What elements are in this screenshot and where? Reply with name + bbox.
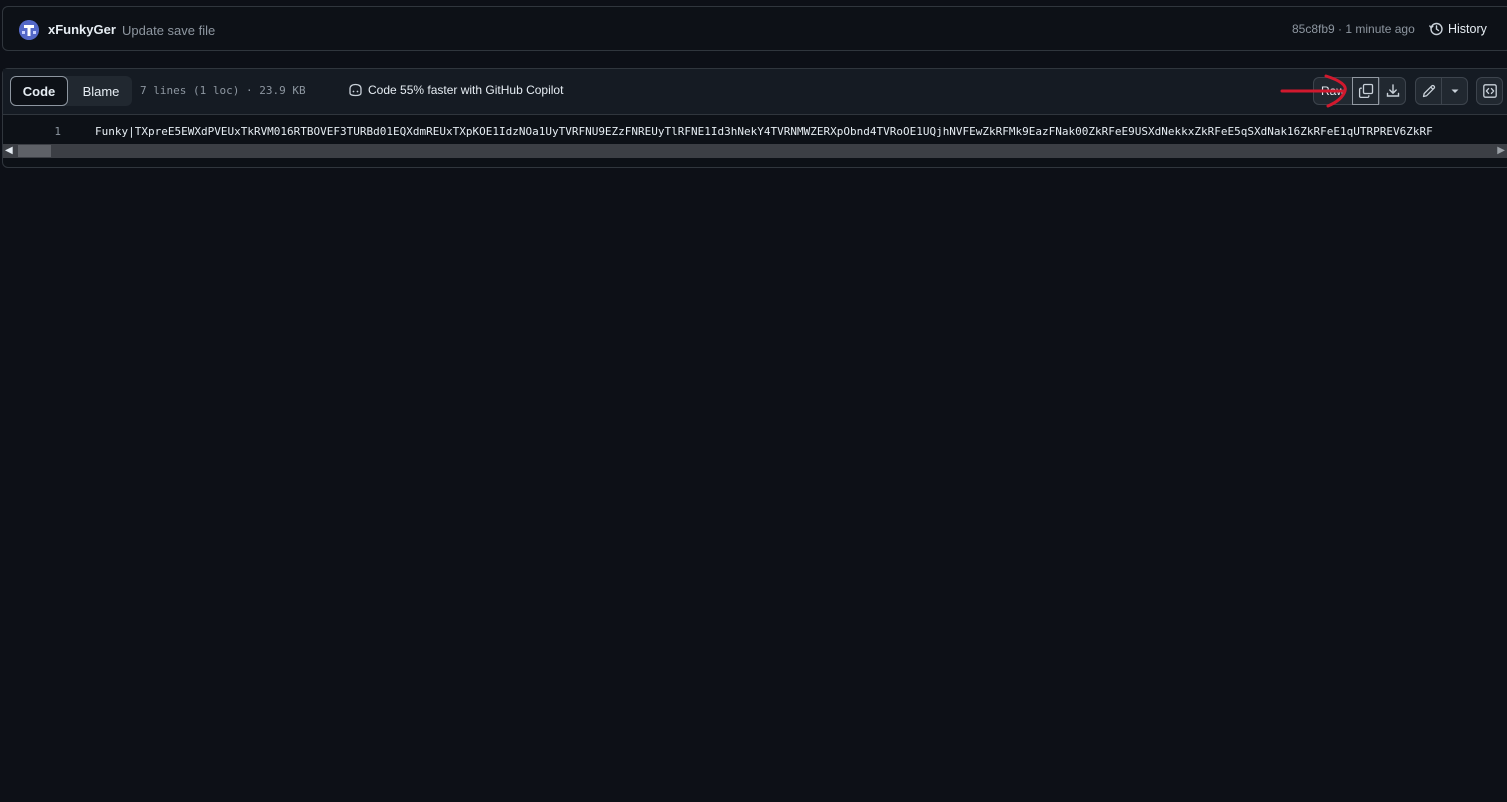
commit-author[interactable]: xFunkyGer bbox=[48, 22, 116, 37]
commit-meta[interactable]: 85c8fb9 · 1 minute ago bbox=[1292, 22, 1415, 36]
code-line: 1 Funky|TXpreE5EWXdPVEUxTkRVM016RTBOVEF3… bbox=[3, 124, 1507, 140]
copilot-icon bbox=[349, 83, 362, 97]
tab-code[interactable]: Code bbox=[10, 76, 68, 106]
download-icon bbox=[1386, 84, 1399, 97]
file-info: 7 lines (1 loc) · 23.9 KB bbox=[140, 84, 306, 97]
scroll-right-icon[interactable]: ▶ bbox=[1497, 145, 1505, 156]
line-content: Funky|TXpreE5EWXdPVEUxTkRVM016RTBOVEF3TU… bbox=[95, 125, 1433, 138]
copy-raw-button[interactable] bbox=[1352, 77, 1379, 105]
horizontal-scrollbar[interactable]: ◀ ▶ bbox=[3, 144, 1507, 158]
history-label: History bbox=[1448, 22, 1487, 36]
copilot-promo[interactable]: Code 55% faster with GitHub Copilot bbox=[348, 83, 563, 97]
latest-commit-bar bbox=[2, 6, 1507, 51]
pencil-icon bbox=[1422, 84, 1435, 98]
line-number[interactable]: 1 bbox=[3, 125, 61, 138]
annotation-arrow bbox=[1280, 74, 1347, 108]
author-avatar[interactable] bbox=[19, 20, 39, 40]
tab-blame[interactable]: Blame bbox=[70, 76, 132, 106]
scrollbar-thumb[interactable] bbox=[18, 145, 51, 157]
copilot-text: Code 55% faster with GitHub Copilot bbox=[368, 83, 564, 97]
edit-options-button[interactable] bbox=[1441, 77, 1468, 105]
symbols-panel-button[interactable] bbox=[1476, 77, 1503, 105]
scroll-left-icon[interactable]: ◀ bbox=[5, 145, 13, 156]
commit-message[interactable]: Update save file bbox=[122, 23, 215, 38]
edit-file-button[interactable] bbox=[1415, 77, 1442, 105]
code-square-icon bbox=[1482, 84, 1497, 98]
history-button[interactable]: History bbox=[1428, 20, 1487, 38]
history-icon bbox=[1428, 22, 1443, 36]
download-button[interactable] bbox=[1379, 77, 1406, 105]
triangle-down-icon bbox=[1451, 89, 1458, 93]
copy-icon bbox=[1358, 83, 1373, 99]
